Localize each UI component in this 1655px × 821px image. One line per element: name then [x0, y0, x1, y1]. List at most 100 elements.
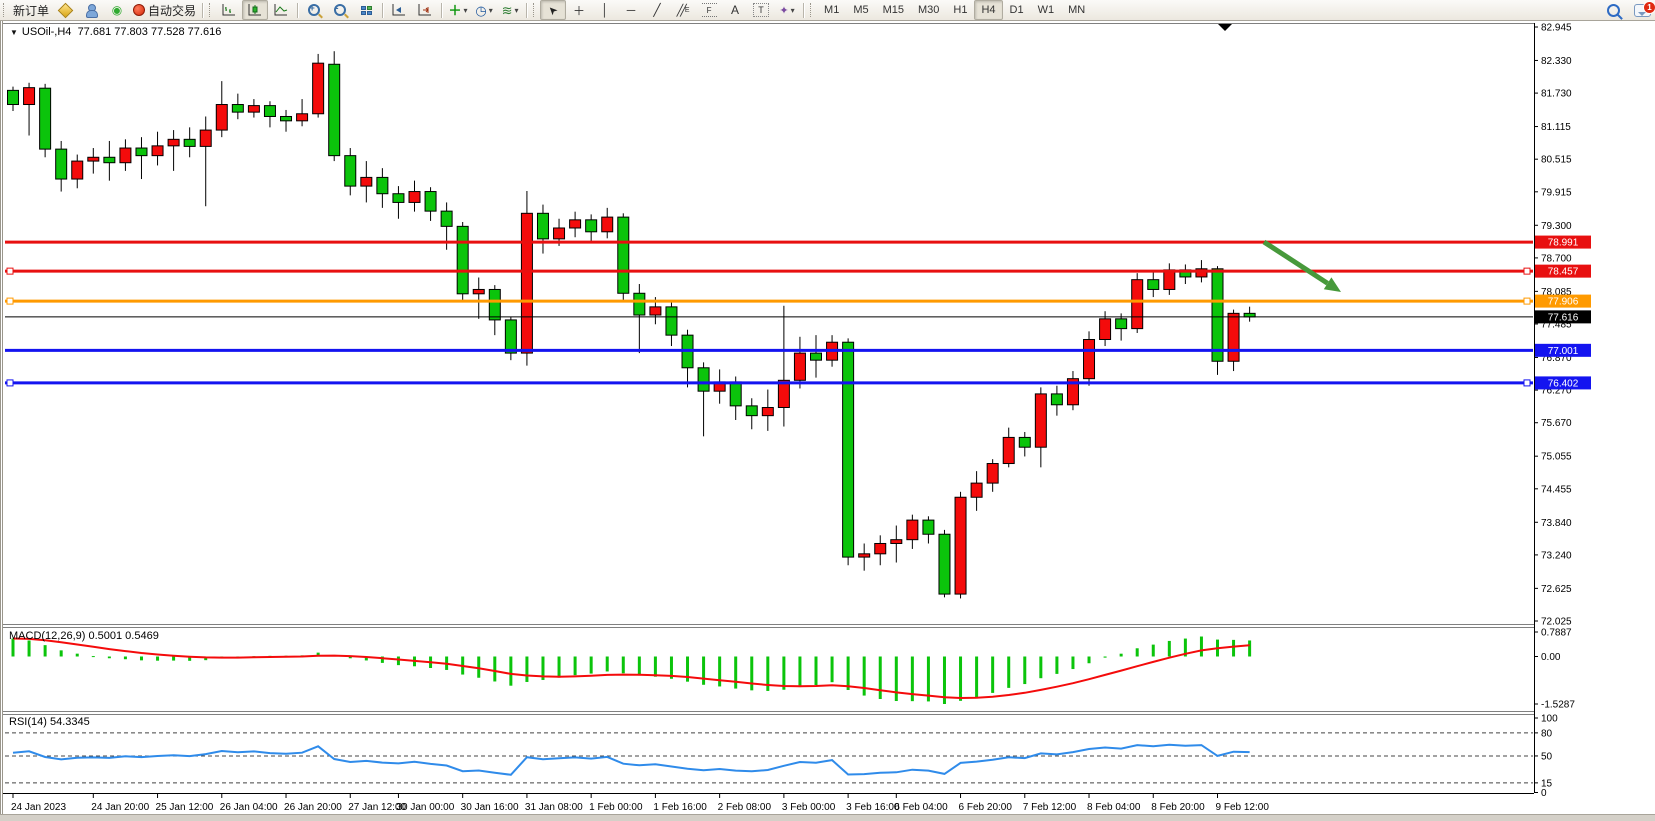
hline-handle[interactable] [7, 380, 13, 386]
rsi-axis-label: 80 [1541, 728, 1553, 739]
chart-shift-button[interactable] [412, 0, 438, 20]
candle-body [939, 534, 950, 594]
macd-histogram-bar [28, 640, 31, 656]
zoom-out-icon: - [334, 4, 346, 16]
macd-histogram-bar [847, 657, 850, 690]
text-label-tool-button[interactable]: T [748, 0, 774, 20]
timeframe-button-m5[interactable]: M5 [846, 0, 875, 20]
timeframe-button-m1[interactable]: M1 [817, 0, 846, 20]
macd-histogram-bar [92, 656, 95, 657]
macd-histogram-bar [108, 657, 111, 659]
macd-pane [12, 637, 1252, 704]
price-tag-label: 78.457 [1548, 267, 1579, 278]
price-axis-label: 81.115 [1541, 122, 1571, 133]
periods-button[interactable]: ◷▾ [471, 0, 497, 20]
timeframe-label: H4 [977, 4, 999, 16]
candle-body [634, 293, 645, 315]
timeframe-button-mn[interactable]: MN [1061, 0, 1092, 20]
candle-body [762, 407, 773, 415]
toolbar-right-group: 1 [1607, 0, 1651, 20]
hline-handle[interactable] [7, 268, 13, 274]
zoom-out-button[interactable]: - [327, 0, 353, 20]
candle-body [746, 406, 757, 416]
macd-histogram-bar [1088, 657, 1091, 664]
candle-body [409, 192, 420, 203]
vertical-line-tool-button[interactable]: │ [592, 0, 618, 20]
text-tool-button[interactable]: A [722, 0, 748, 20]
price-axis-label: 81.730 [1541, 89, 1572, 100]
line-chart-button[interactable] [268, 0, 294, 20]
candle-body [345, 156, 356, 186]
macd-histogram-bar [959, 657, 962, 701]
price-axis-label: 82.330 [1541, 56, 1572, 67]
time-axis-label: 3 Feb 00:00 [782, 802, 836, 813]
time-axis-label: 31 Jan 08:00 [525, 802, 583, 813]
toolbar-separator [526, 3, 527, 18]
tile-windows-icon [361, 6, 372, 15]
rsi-axis-label: 100 [1541, 714, 1558, 725]
macd-histogram-bar [172, 657, 175, 661]
channel-tool-button[interactable]: ╱╱E [670, 0, 696, 20]
timeframe-button-m15[interactable]: M15 [876, 0, 911, 20]
chevron-down-icon: ▾ [514, 6, 518, 15]
macd-signal-line [13, 639, 1250, 699]
candle-body [104, 157, 115, 162]
candle-body [313, 63, 324, 114]
candlestick-chart-button[interactable] [242, 0, 268, 20]
time-axis-label: 1 Feb 00:00 [589, 802, 643, 813]
community-button[interactable] [78, 0, 104, 20]
candle-body [377, 177, 388, 193]
timeframe-label: W1 [1034, 4, 1059, 16]
market-button[interactable] [52, 0, 78, 20]
candle-body [971, 483, 982, 497]
bar-chart-button[interactable] [216, 0, 242, 20]
channel-icon: ╱╱ [677, 4, 684, 17]
indicators-button[interactable]: ＋▾ [445, 0, 471, 20]
autotrading-button[interactable]: 自动交易 [130, 0, 199, 20]
zoom-in-button[interactable]: + [301, 0, 327, 20]
hline-handle[interactable] [1524, 298, 1530, 304]
notification-badge: 1 [1643, 1, 1655, 14]
signals-button[interactable]: ◉ [104, 0, 130, 20]
candle-body [1244, 313, 1255, 317]
templates-button[interactable]: ≋▾ [497, 0, 523, 20]
hline-handle[interactable] [1524, 380, 1530, 386]
time-axis-label: 30 Jan 00:00 [396, 802, 454, 813]
candle-body [698, 368, 709, 391]
trendline-tool-button[interactable]: ╱ [644, 0, 670, 20]
annotation-arrow-shaft[interactable] [1264, 242, 1328, 283]
chart-shift-marker[interactable] [1218, 24, 1232, 31]
crosshair-tool-button[interactable]: ＋ [566, 0, 592, 20]
timeframe-label: M15 [879, 4, 908, 16]
timeframe-toolbar: M1M5 M15M30H1H4 D1W1MN [817, 0, 1092, 20]
candle-body [794, 353, 805, 380]
timeframe-button-h1[interactable]: H1 [946, 0, 974, 20]
chart-canvas[interactable]: 82.94582.33081.73081.11580.51579.91579.3… [3, 21, 1655, 816]
hline-handle[interactable] [7, 298, 13, 304]
timeframe-button-d1[interactable]: D1 [1003, 0, 1031, 20]
collapse-triangle-icon[interactable]: ▼ [10, 28, 18, 37]
chat-icon[interactable]: 1 [1634, 4, 1651, 17]
new-order-button[interactable]: 新订单 [10, 0, 52, 20]
candle-body [586, 220, 597, 232]
tile-windows-button[interactable] [353, 0, 379, 20]
horizontal-line-tool-button[interactable]: ─ [618, 0, 644, 20]
timeframe-button-m30[interactable]: M30 [911, 0, 946, 20]
timeframe-button-h4[interactable]: H4 [974, 0, 1002, 20]
macd-histogram-bar [140, 657, 143, 661]
fibonacci-tool-button[interactable]: F [696, 0, 722, 20]
candle-body [473, 289, 484, 293]
timeframe-button-w1[interactable]: W1 [1031, 0, 1062, 20]
auto-scroll-button[interactable] [386, 0, 412, 20]
price-axis-label: 75.055 [1541, 452, 1572, 463]
search-icon[interactable] [1607, 4, 1620, 17]
cursor-tool-button[interactable]: ➤ [540, 0, 566, 20]
hline-handle[interactable] [1524, 268, 1530, 274]
macd-histogram-bar [750, 657, 753, 691]
macd-histogram-bar [1168, 641, 1171, 657]
macd-axis-label: 0.00 [1541, 652, 1561, 663]
macd-histogram-bar [1232, 640, 1235, 657]
arrows-tool-button[interactable]: ✦▾ [774, 0, 800, 20]
toolbar-grip [3, 3, 7, 17]
candle-body [907, 520, 918, 540]
